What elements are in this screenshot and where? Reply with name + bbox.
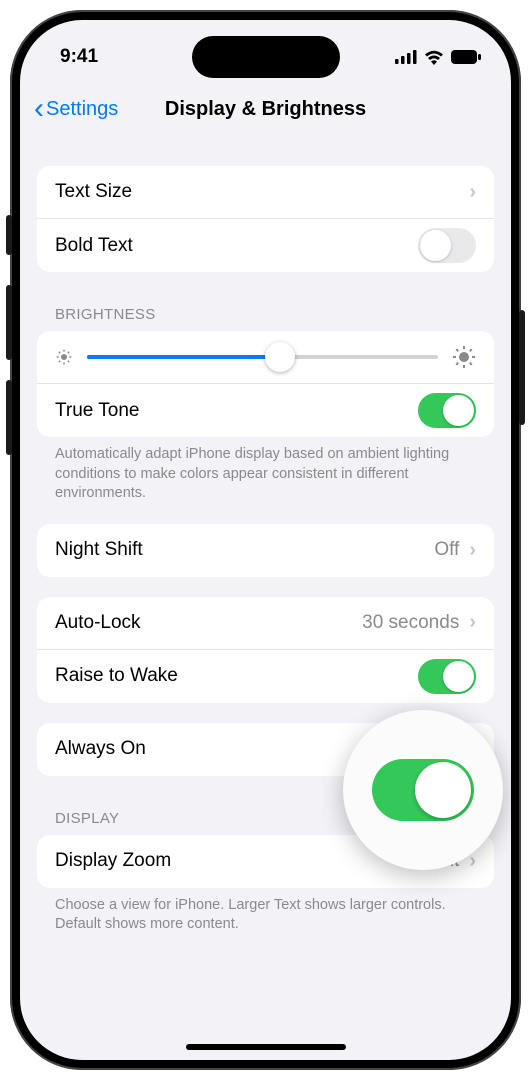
raise-to-wake-toggle[interactable] [418, 659, 476, 694]
settings-content[interactable]: Text Size › Bold Text BRIGHTNESS [20, 138, 511, 1060]
row-night-shift[interactable]: Night Shift Off › [37, 524, 494, 577]
bold-text-toggle[interactable] [418, 228, 476, 263]
true-tone-toggle[interactable] [418, 393, 476, 428]
row-label: Night Shift [55, 539, 434, 561]
row-value: 30 seconds [362, 612, 459, 634]
row-value: Off [434, 539, 459, 561]
group-night-shift: Night Shift Off › [37, 524, 494, 577]
sun-small-icon [55, 348, 73, 366]
chevron-right-icon: › [469, 539, 476, 562]
row-label: Text Size [55, 181, 469, 203]
group-brightness: True Tone [37, 331, 494, 437]
row-label: Raise to Wake [55, 665, 418, 687]
group-lock: Auto-Lock 30 seconds › Raise to Wake [37, 597, 494, 703]
row-raise-to-wake[interactable]: Raise to Wake [37, 650, 494, 703]
dynamic-island [192, 36, 340, 78]
back-button[interactable]: ‹ Settings [34, 94, 118, 124]
chevron-left-icon: ‹ [34, 94, 44, 124]
display-footer: Choose a view for iPhone. Larger Text sh… [37, 888, 494, 935]
row-label: True Tone [55, 400, 418, 422]
row-label: Display Zoom [55, 850, 399, 872]
always-on-toggle-magnified[interactable] [372, 759, 474, 821]
back-label: Settings [46, 98, 118, 121]
row-label: Bold Text [55, 235, 418, 257]
slider-fill [87, 355, 280, 359]
row-auto-lock[interactable]: Auto-Lock 30 seconds › [37, 597, 494, 650]
chevron-right-icon: › [469, 611, 476, 634]
cellular-icon [395, 50, 417, 64]
row-text-size[interactable]: Text Size › [37, 166, 494, 219]
true-tone-footer: Automatically adapt iPhone display based… [37, 437, 494, 504]
row-bold-text[interactable]: Bold Text [37, 219, 494, 272]
highlight-callout [343, 710, 503, 870]
status-right [395, 50, 481, 65]
wifi-icon [424, 50, 444, 65]
row-label: Auto-Lock [55, 612, 362, 634]
power-button [519, 310, 525, 425]
row-true-tone[interactable]: True Tone [37, 384, 494, 437]
status-time: 9:41 [60, 46, 98, 68]
chevron-right-icon: › [469, 181, 476, 204]
brightness-slider[interactable] [87, 355, 438, 359]
brightness-slider-row [37, 331, 494, 384]
sun-large-icon [452, 345, 476, 369]
side-button [6, 215, 12, 255]
section-header-brightness: BRIGHTNESS [37, 306, 494, 323]
volume-up-button [6, 285, 12, 360]
home-indicator[interactable] [186, 1044, 346, 1050]
device-frame: 9:41 ‹ Settings Display & Brightness Tex… [10, 10, 521, 1070]
screen: 9:41 ‹ Settings Display & Brightness Tex… [20, 20, 511, 1060]
nav-bar: ‹ Settings Display & Brightness [20, 80, 511, 138]
group-text: Text Size › Bold Text [37, 166, 494, 272]
volume-down-button [6, 380, 12, 455]
battery-icon [451, 50, 481, 64]
slider-knob[interactable] [265, 342, 295, 372]
